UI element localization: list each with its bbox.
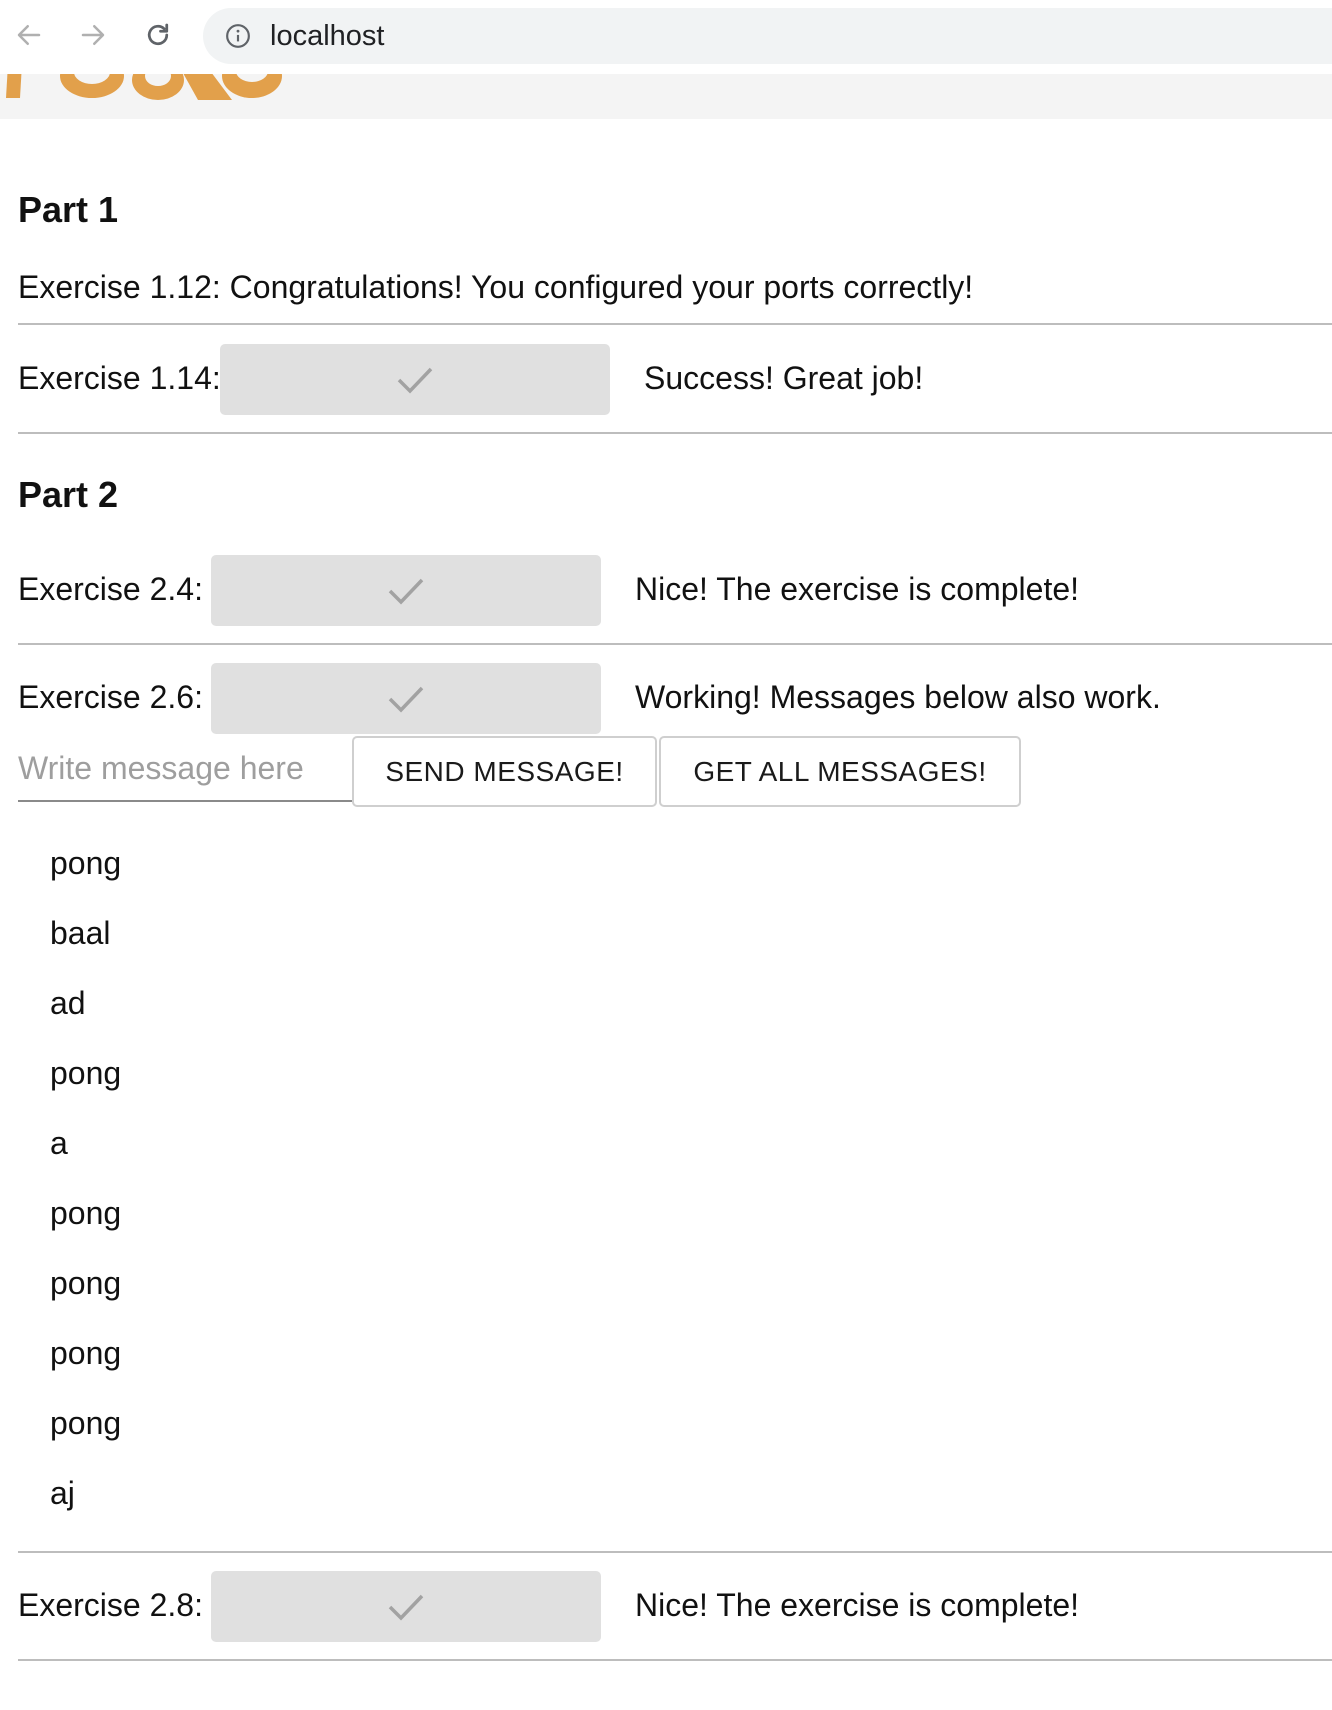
messages-list: pong baal ad pong a pong pong pong pong … — [50, 842, 121, 1542]
exercise-2-8-button[interactable] — [211, 1571, 601, 1642]
exercise-2-4-status: Nice! The exercise is complete! — [635, 571, 1080, 607]
get-all-messages-button[interactable]: GET ALL MESSAGES! — [659, 736, 1021, 807]
back-button[interactable] — [12, 18, 46, 52]
exercise-1-14-button[interactable] — [220, 344, 610, 415]
browser-toolbar: localhost — [0, 0, 1332, 75]
part-2-heading: Part 2 — [18, 474, 119, 515]
divider — [18, 432, 1332, 434]
exercise-2-4-label: Exercise 2.4: — [18, 571, 203, 607]
info-icon[interactable] — [225, 23, 251, 49]
divider — [18, 323, 1332, 325]
divider — [18, 643, 1332, 645]
exercise-2-8-label: Exercise 2.8: — [18, 1587, 203, 1623]
checkmark-icon — [397, 367, 433, 394]
exercise-1-14-status: Success! Great job! — [644, 360, 924, 396]
exercise-2-6-status: Working! Messages below also work. — [635, 679, 1161, 715]
exercise-2-4-button[interactable] — [211, 555, 601, 626]
exercise-2-8-row: Exercise 2.8: Nice! The exercise is comp… — [18, 1571, 1332, 1643]
list-item: pong — [50, 1335, 122, 1371]
arrow-right-icon — [81, 25, 105, 45]
logo-image — [6, 74, 282, 100]
checkmark-icon — [388, 1594, 424, 1621]
divider — [18, 1551, 1332, 1553]
list-item: aj — [50, 1475, 75, 1511]
exercise-2-6-row: Exercise 2.6: Working! Messages below al… — [18, 663, 1332, 735]
exercise-1-14-label: Exercise 1.14: — [18, 360, 221, 396]
url-text: localhost — [270, 20, 385, 52]
list-item: pong — [50, 1195, 122, 1231]
list-item: pong — [50, 1055, 122, 1091]
list-item: ad — [50, 985, 86, 1021]
exercise-2-6-label: Exercise 2.6: — [18, 679, 203, 715]
send-message-button[interactable]: SEND MESSAGE! — [352, 736, 657, 807]
list-item: baal — [50, 915, 111, 951]
list-item: pong — [50, 845, 122, 881]
exercise-2-4-row: Exercise 2.4: Nice! The exercise is comp… — [18, 555, 1332, 627]
checkmark-icon — [388, 578, 424, 605]
message-input[interactable] — [18, 736, 352, 802]
list-item: pong — [50, 1405, 122, 1441]
address-bar[interactable]: localhost — [203, 8, 1332, 64]
forward-button[interactable] — [76, 18, 110, 52]
header-banner — [0, 74, 1332, 119]
reload-icon — [147, 23, 169, 46]
exercise-1-12-text: Exercise 1.12: Congratulations! You conf… — [18, 269, 974, 305]
exercise-2-6-button[interactable] — [211, 663, 601, 734]
part-1-heading: Part 1 — [18, 189, 119, 230]
list-item: pong — [50, 1265, 122, 1301]
message-controls: SEND MESSAGE! GET ALL MESSAGES! — [18, 736, 1332, 808]
arrow-left-icon — [17, 25, 41, 45]
list-item: a — [50, 1125, 68, 1161]
reload-button[interactable] — [141, 18, 175, 52]
exercise-1-14-row: Exercise 1.14: Success! Great job! — [18, 344, 1332, 416]
checkmark-icon — [388, 686, 424, 713]
exercise-2-8-status: Nice! The exercise is complete! — [635, 1587, 1080, 1623]
divider — [18, 1659, 1332, 1661]
